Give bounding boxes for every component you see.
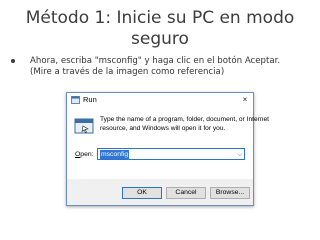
open-label-text: pen: [80,151,94,158]
title-line-2: seguro [131,29,189,49]
open-input-value[interactable]: msconfig [100,150,130,159]
instruction-line-1: Ahora, escriba "msconfig" y haga clic en… [30,56,281,66]
cancel-button[interactable]: Cancel [166,187,206,199]
dialog-title: Run [83,95,97,104]
run-icon [71,96,80,104]
run-dialog: Run × Type the name of a program, folder… [66,92,269,206]
page-title: Método 1: Inicie su PC en modo seguro [0,8,320,50]
bullet-icon [10,58,18,66]
dialog-description: Type the name of a program, folder, docu… [100,116,269,133]
description-line-1: Type the name of a program, folder, docu… [100,116,269,123]
description-line-2: resource, and Windows will open it for y… [100,124,226,132]
chevron-down-icon[interactable]: ⌵ [237,150,242,160]
open-label: Open: [75,151,94,158]
ok-button[interactable]: OK [122,187,162,199]
browse-button[interactable]: Browse... [210,187,250,199]
instruction-text: Ahora, escriba "msconfig" y haga clic en… [30,56,315,78]
dialog-titlebar: Run × [67,93,253,107]
title-line-1: Método 1: Inicie su PC en modo [25,8,295,28]
close-icon[interactable]: × [240,94,250,105]
run-icon [74,118,94,134]
instruction-line-2: (Mire a través de la imagen como referen… [30,67,225,77]
open-combobox[interactable]: msconfig ⌵ [97,148,245,160]
